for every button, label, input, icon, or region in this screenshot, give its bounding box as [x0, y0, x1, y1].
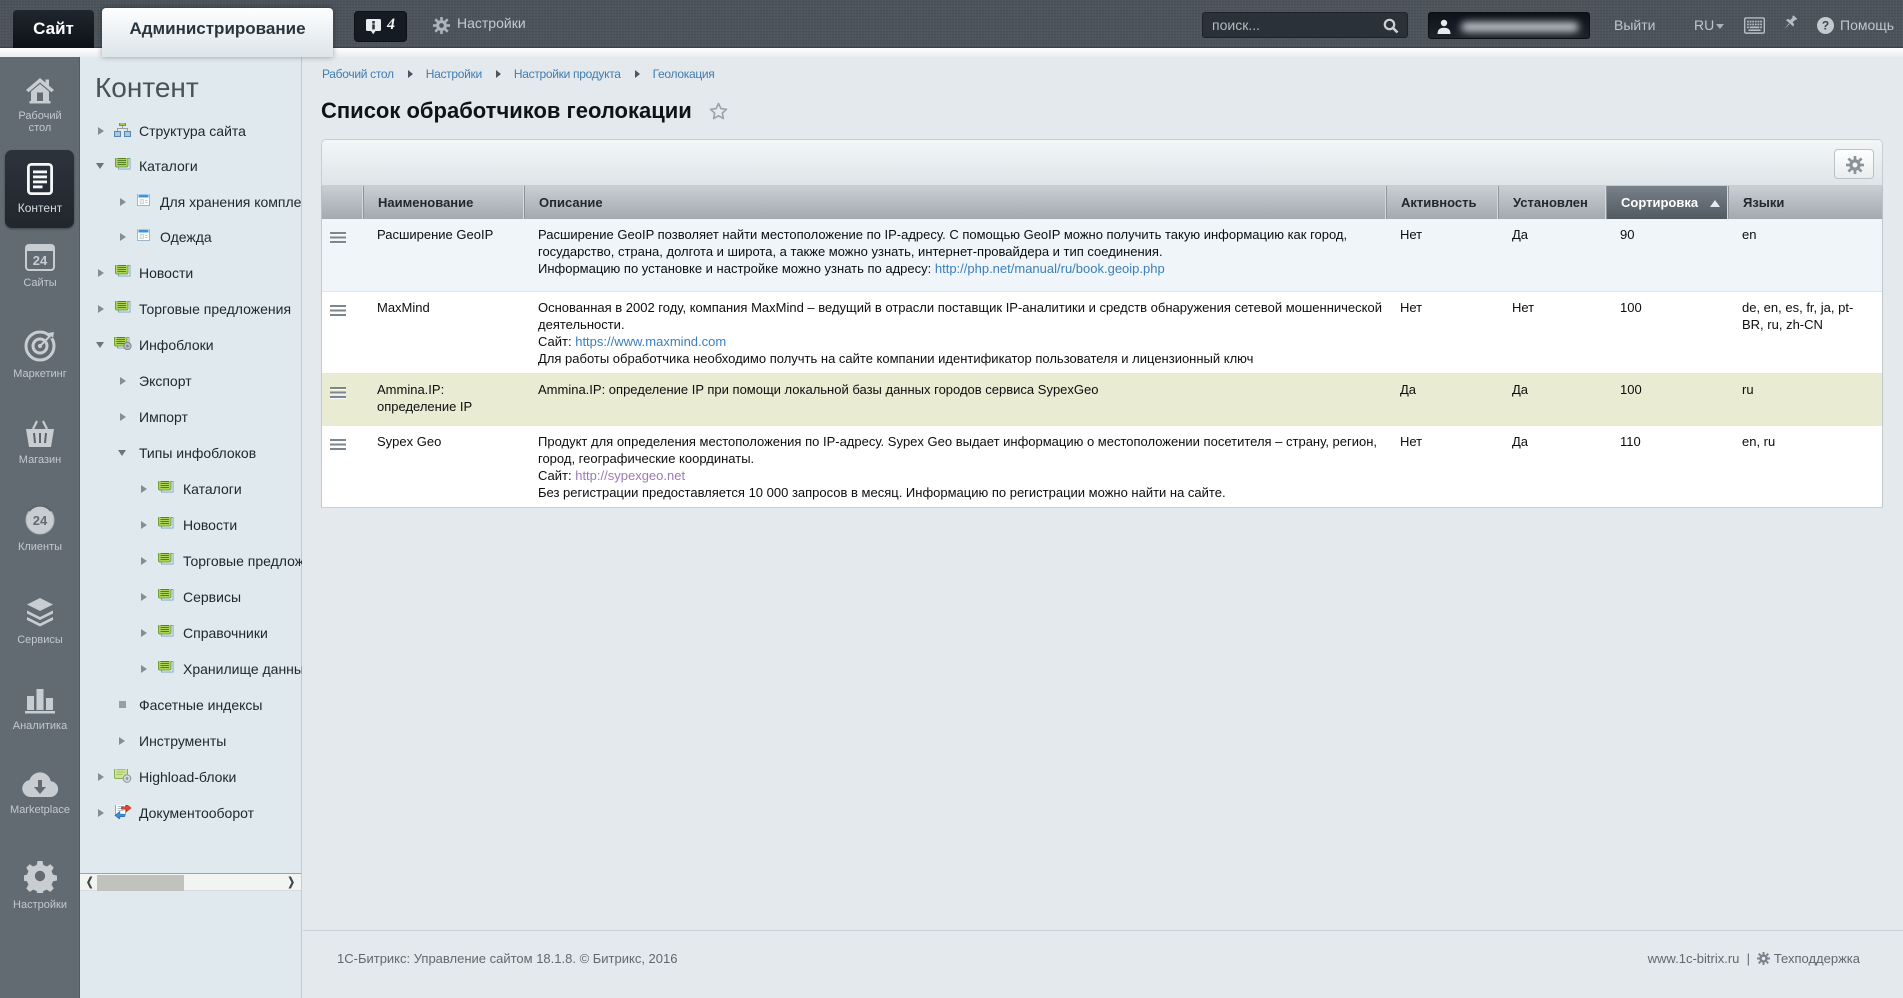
- svg-text:?: ?: [1822, 19, 1829, 33]
- svg-text:24: 24: [33, 253, 48, 268]
- svg-text:24: 24: [33, 513, 48, 528]
